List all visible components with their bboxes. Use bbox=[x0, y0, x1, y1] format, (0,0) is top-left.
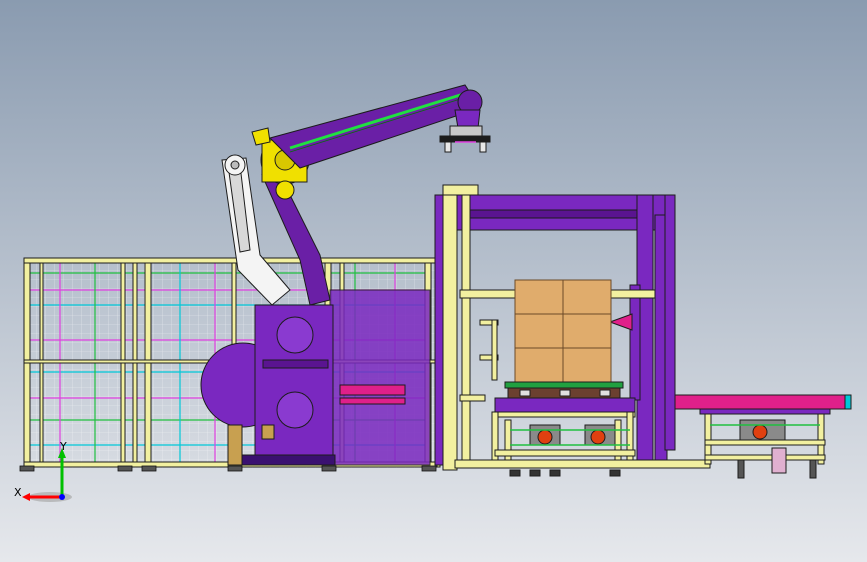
cad-viewport[interactable]: X Y bbox=[0, 0, 867, 562]
axis-y-label: Y bbox=[60, 440, 67, 453]
box-stack bbox=[514, 279, 612, 383]
axis-x-label: X bbox=[14, 486, 22, 499]
palletizer-assembly-model[interactable] bbox=[0, 0, 867, 562]
